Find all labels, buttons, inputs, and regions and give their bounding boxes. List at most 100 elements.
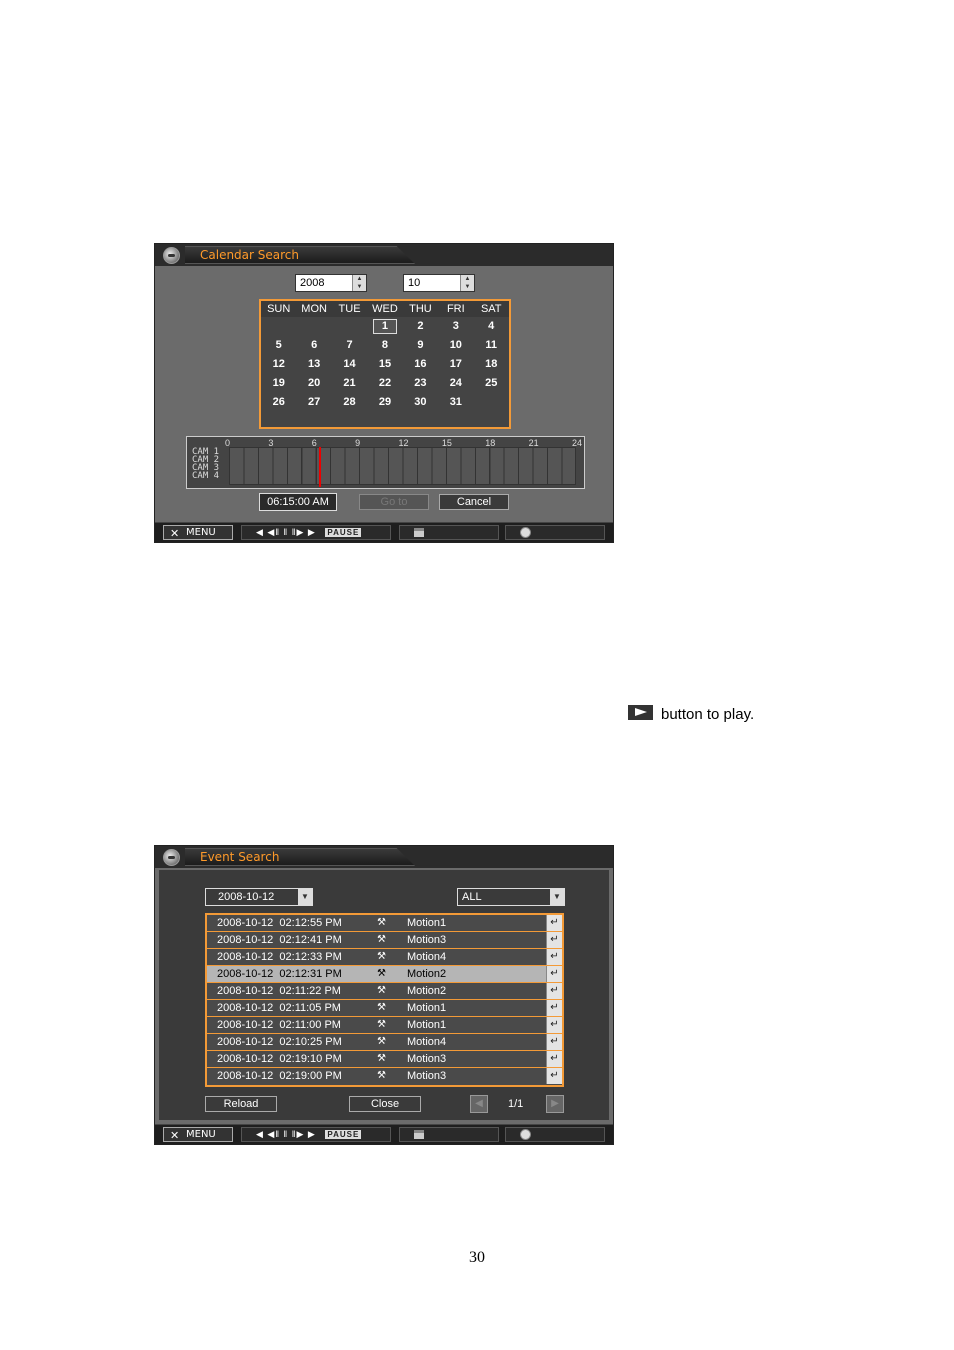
motion-icon: ⚒ [377,1036,386,1047]
play-event-icon[interactable]: ↵ [546,1051,562,1067]
next-page-button[interactable]: ▶ [546,1095,564,1113]
calendar-day[interactable]: 11 [474,336,509,355]
event-row[interactable]: 2008-10-12 02:12:55 PM ⚒ Motion1 ↵ [207,915,562,932]
calendar-day-number: 30 [414,396,427,408]
calendar-day-number: 18 [485,358,498,370]
calendar-day[interactable]: 16 [403,355,438,374]
spinner-arrows-icon[interactable]: ▲ ▼ [460,275,474,291]
event-type: Motion1 [407,1002,447,1014]
play-event-icon[interactable]: ↵ [546,1017,562,1033]
play-event-icon[interactable]: ↵ [546,949,562,965]
play-event-icon[interactable]: ↵ [546,915,562,931]
calendar-icon[interactable] [414,1130,424,1139]
calendar-day-number: 14 [343,358,356,370]
clock-shortcut[interactable] [505,1127,605,1142]
event-row[interactable]: 2008-10-12 02:12:31 PM ⚒ Motion2 ↵ [207,966,562,983]
play-event-icon[interactable]: ↵ [546,966,562,982]
event-row[interactable]: 2008-10-12 02:10:25 PM ⚒ Motion4 ↵ [207,1034,562,1051]
calendar-day[interactable]: 8 [367,336,402,355]
calendar-shortcut[interactable] [399,525,499,540]
reload-button[interactable]: Reload [205,1096,277,1112]
event-row[interactable]: 2008-10-12 02:19:10 PM ⚒ Motion3 ↵ [207,1051,562,1068]
calendar-day[interactable]: 20 [296,374,331,393]
calendar-day[interactable]: 29 [367,393,402,412]
close-button[interactable]: Close [349,1096,421,1112]
event-row[interactable]: 2008-10-12 02:12:33 PM ⚒ Motion4 ↵ [207,949,562,966]
year-spinner[interactable]: 2008 ▲ ▼ [295,274,367,292]
calendar-day[interactable]: 22 [367,374,402,393]
playback-glyphs-icon[interactable]: ◀ ◀‖ ‖ ‖▶ ▶ [256,1129,316,1139]
dropdown-arrow-icon[interactable]: ▼ [550,889,564,905]
calendar-day[interactable]: 26 [261,393,296,412]
prev-page-button[interactable]: ◀ [470,1095,488,1113]
calendar-day[interactable]: 18 [474,355,509,374]
menu-button[interactable]: ✕ MENU [163,1127,233,1142]
calendar-day[interactable]: 7 [332,336,367,355]
calendar-day[interactable]: 21 [332,374,367,393]
menu-button[interactable]: ✕ MENU [163,525,233,540]
clock-icon[interactable] [520,527,531,538]
play-event-icon[interactable]: ↵ [546,1034,562,1050]
calendar-day[interactable]: 2 [403,317,438,336]
play-event-icon[interactable]: ↵ [546,1068,562,1084]
calendar-day[interactable]: 28 [332,393,367,412]
calendar-search-screen: Calendar Search 2008 ▲ ▼ 10 ▲ ▼ SUN MON TU… [154,243,614,543]
pause-badge[interactable]: PAUSE [325,528,362,537]
calendar-day[interactable]: 15 [367,355,402,374]
dialog-title: Event Search [200,850,280,864]
play-event-icon[interactable]: ↵ [546,932,562,948]
play-event-icon[interactable]: ↵ [546,1000,562,1016]
dropdown-arrow-icon[interactable]: ▼ [298,889,312,905]
calendar-day[interactable]: 13 [296,355,331,374]
timeline-track[interactable] [229,447,576,485]
calendar-day[interactable]: 6 [296,336,331,355]
clock-icon[interactable] [520,1129,531,1140]
bottom-bar: ✕ MENU ◀ ◀‖ ‖ ‖▶ ▶ PAUSE [155,522,613,542]
calendar-day[interactable]: 1 [367,317,402,336]
pause-badge[interactable]: PAUSE [325,1130,362,1139]
calendar-day[interactable]: 27 [296,393,331,412]
calendar-day[interactable]: 3 [438,317,473,336]
calendar-day[interactable]: 30 [403,393,438,412]
playback-controls[interactable]: ◀ ◀‖ ‖ ‖▶ ▶ PAUSE [241,1127,391,1142]
calendar-day[interactable]: 10 [438,336,473,355]
play-event-icon[interactable]: ↵ [546,983,562,999]
calendar-day[interactable]: 9 [403,336,438,355]
event-row[interactable]: 2008-10-12 02:11:00 PM ⚒ Motion1 ↵ [207,1017,562,1034]
event-row[interactable]: 2008-10-12 02:11:22 PM ⚒ Motion2 ↵ [207,983,562,1000]
calendar-day-number: 9 [417,339,424,351]
spinner-arrows-icon[interactable]: ▲ ▼ [352,275,366,291]
calendar-icon[interactable] [414,528,424,537]
cancel-button[interactable]: Cancel [439,494,509,510]
calendar-day[interactable]: 14 [332,355,367,374]
calendar-day[interactable]: 12 [261,355,296,374]
calendar-shortcut[interactable] [399,1127,499,1142]
weekday-header: SUN MON TUE WED THU FRI SAT [261,301,509,317]
weekday-label: THU [409,303,432,315]
calendar-day-number: 15 [378,358,392,370]
calendar-day[interactable]: 5 [261,336,296,355]
event-time: 02:19:10 PM [279,1053,342,1065]
calendar-day[interactable]: 25 [474,374,509,393]
date-filter[interactable]: 2008-10-12 ▼ [205,888,313,906]
type-filter[interactable]: ALL ▼ [457,888,565,906]
event-row[interactable]: 2008-10-12 02:11:05 PM ⚒ Motion1 ↵ [207,1000,562,1017]
calendar-day[interactable]: 23 [403,374,438,393]
timeline-cursor[interactable] [319,447,322,487]
calendar-day[interactable]: 17 [438,355,473,374]
playback-glyphs-icon[interactable]: ◀ ◀‖ ‖ ‖▶ ▶ [256,527,316,537]
calendar-day[interactable]: 19 [261,374,296,393]
month-spinner[interactable]: 10 ▲ ▼ [403,274,475,292]
event-row[interactable]: 2008-10-12 02:19:00 PM ⚒ Motion3 ↵ [207,1068,562,1085]
clock-shortcut[interactable] [505,525,605,540]
playback-controls[interactable]: ◀ ◀‖ ‖ ‖▶ ▶ PAUSE [241,525,391,540]
time-field[interactable]: 06:15:00 AM [259,493,337,511]
motion-icon: ⚒ [377,1070,386,1081]
recording-timeline[interactable]: 0 3 6 9 12 15 18 21 24 CAM 1 CAM 2 CAM 3 CAM 4 [186,436,585,489]
calendar-day[interactable]: 31 [438,393,473,412]
goto-button[interactable]: Go to [359,494,429,510]
calendar-day[interactable]: 4 [474,317,509,336]
calendar-day[interactable]: 24 [438,374,473,393]
event-row[interactable]: 2008-10-12 02:12:41 PM ⚒ Motion3 ↵ [207,932,562,949]
event-date: 2008-10-12 [217,985,274,997]
